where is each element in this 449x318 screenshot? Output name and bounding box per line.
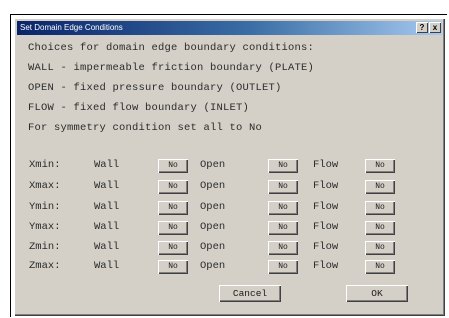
- ymin-wall-button[interactable]: No: [158, 201, 188, 215]
- window-title: Set Domain Edge Conditions: [20, 23, 123, 32]
- xmin-open-button[interactable]: No: [268, 159, 298, 173]
- wall-label: Wall: [94, 221, 120, 233]
- close-button[interactable]: x: [429, 22, 441, 33]
- flow-label: Flow: [313, 159, 339, 171]
- open-label: Open: [200, 201, 226, 213]
- axis-label: Xmin:: [29, 159, 61, 171]
- flow-label: Flow: [313, 241, 339, 253]
- open-label: Open: [200, 221, 226, 233]
- open-label: Open: [200, 241, 226, 253]
- instruction-open: OPEN - fixed pressure boundary (OUTLET): [28, 82, 282, 94]
- zmin-wall-button[interactable]: No: [158, 241, 188, 255]
- ymin-open-button[interactable]: No: [268, 201, 298, 215]
- ymax-wall-button[interactable]: No: [158, 221, 188, 235]
- cancel-button[interactable]: Cancel: [219, 285, 281, 302]
- flow-label: Flow: [313, 180, 339, 192]
- wall-label: Wall: [94, 241, 120, 253]
- wall-label: Wall: [94, 180, 120, 192]
- wall-label: Wall: [94, 201, 120, 213]
- axis-label: Ymax:: [29, 221, 61, 233]
- xmax-wall-button[interactable]: No: [158, 180, 188, 194]
- open-label: Open: [200, 159, 226, 171]
- zmin-open-button[interactable]: No: [268, 241, 298, 255]
- zmax-flow-button[interactable]: No: [365, 260, 395, 274]
- wall-label: Wall: [94, 260, 120, 272]
- open-label: Open: [200, 260, 226, 272]
- flow-label: Flow: [313, 201, 339, 213]
- ymax-flow-button[interactable]: No: [365, 221, 395, 235]
- zmin-flow-button[interactable]: No: [365, 241, 395, 255]
- xmax-open-button[interactable]: No: [268, 180, 298, 194]
- ymin-flow-button[interactable]: No: [365, 201, 395, 215]
- instruction-heading: Choices for domain edge boundary conditi…: [28, 42, 315, 54]
- help-button[interactable]: ?: [416, 22, 428, 33]
- zmax-open-button[interactable]: No: [268, 260, 298, 274]
- ok-button[interactable]: OK: [346, 285, 408, 302]
- title-bar[interactable]: Set Domain Edge Conditions ? x: [17, 21, 442, 35]
- ymax-open-button[interactable]: No: [268, 221, 298, 235]
- flow-label: Flow: [313, 221, 339, 233]
- instruction-flow: FLOW - fixed flow boundary (INLET): [28, 102, 250, 114]
- wall-label: Wall: [94, 159, 120, 171]
- axis-label: Xmax:: [29, 180, 61, 192]
- axis-label: Ymin:: [29, 201, 61, 213]
- zmax-wall-button[interactable]: No: [158, 260, 188, 274]
- axis-label: Zmax:: [29, 260, 61, 272]
- axis-label: Zmin:: [29, 241, 61, 253]
- flow-label: Flow: [313, 260, 339, 272]
- xmin-wall-button[interactable]: No: [158, 159, 188, 173]
- instruction-wall: WALL - impermeable friction boundary (PL…: [28, 62, 315, 74]
- instruction-symmetry: For symmetry condition set all to No: [28, 122, 263, 134]
- open-label: Open: [200, 180, 226, 192]
- xmax-flow-button[interactable]: No: [365, 180, 395, 194]
- xmin-flow-button[interactable]: No: [365, 159, 395, 173]
